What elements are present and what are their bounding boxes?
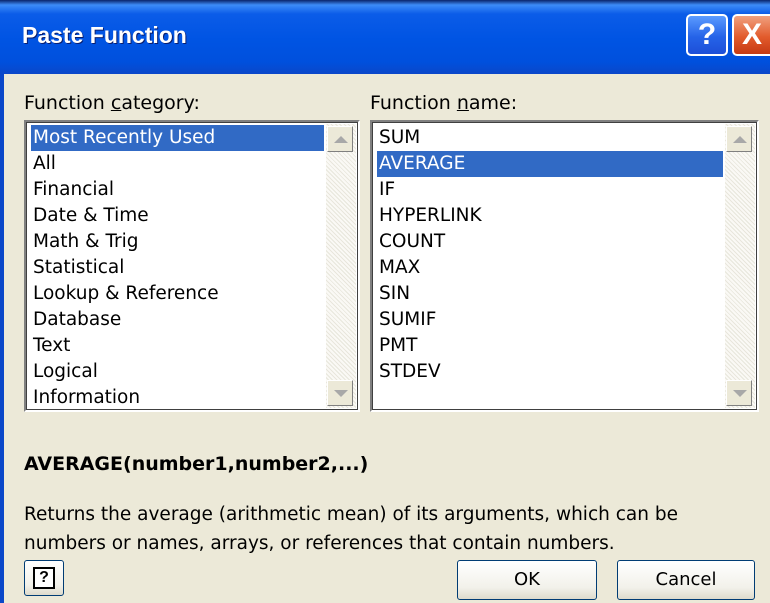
function-label-suffix: ame: <box>468 92 518 114</box>
ok-button[interactable]: OK <box>457 560 597 600</box>
category-list-item[interactable]: Math & Trig <box>31 229 324 255</box>
paste-function-dialog: Paste Function ? X Function category: Mo… <box>0 0 770 603</box>
category-scroll-down[interactable] <box>327 380 353 406</box>
function-listbox[interactable]: SUM AVERAGE IF HYPERLINK COUNT MAX SIN SUMIF PMT… <box>370 120 759 412</box>
function-list-item[interactable]: SUM <box>377 125 723 151</box>
category-list-item[interactable]: All <box>31 151 324 177</box>
category-label-accel: c <box>110 92 122 114</box>
function-label-accel: n <box>456 92 469 114</box>
function-description: Returns the average (arithmetic mean) of… <box>24 504 678 554</box>
help-button[interactable]: ? <box>24 560 64 596</box>
function-syntax: AVERAGE(number1,number2,...) <box>24 453 369 475</box>
category-label-prefix: Function <box>24 92 111 114</box>
category-list-item[interactable]: Statistical <box>31 255 324 281</box>
category-list-item[interactable]: Most Recently Used <box>31 125 324 151</box>
function-label: Function name: <box>370 92 517 114</box>
category-list-item[interactable]: Logical <box>31 359 324 385</box>
category-list: Most Recently Used All Financial Date & Tim… <box>31 125 324 410</box>
function-scroll-down[interactable] <box>726 380 752 406</box>
function-list-item[interactable]: STDEV <box>377 359 723 385</box>
category-list-item[interactable]: Text <box>31 333 324 359</box>
category-list-item[interactable]: Database <box>31 307 324 333</box>
function-list-item[interactable]: IF <box>377 177 723 203</box>
function-list-item[interactable]: MAX <box>377 255 723 281</box>
close-icon[interactable]: X <box>732 14 770 56</box>
category-label-suffix: ategory: <box>121 92 200 114</box>
function-list: SUM AVERAGE IF HYPERLINK COUNT MAX SIN SUMIF PMT… <box>377 125 723 385</box>
function-scroll-up[interactable] <box>726 126 752 152</box>
function-list-item[interactable]: COUNT <box>377 229 723 255</box>
function-list-item[interactable]: HYPERLINK <box>377 203 723 229</box>
help-icon[interactable]: ? <box>686 14 728 56</box>
category-listbox[interactable]: Most Recently Used All Financial Date & Tim… <box>24 120 360 412</box>
function-list-item[interactable]: SUMIF <box>377 307 723 333</box>
cancel-button[interactable]: Cancel <box>617 560 755 600</box>
help-button-icon: ? <box>33 567 55 589</box>
category-list-item[interactable]: Date & Time <box>31 203 324 229</box>
function-list-item[interactable]: SIN <box>377 281 723 307</box>
window-border <box>0 74 4 603</box>
title-bar[interactable]: Paste Function ? X <box>0 0 770 74</box>
arrow-down-icon <box>733 390 747 397</box>
dialog-title: Paste Function <box>22 22 187 48</box>
function-label-prefix: Function <box>370 92 457 114</box>
function-scrollbar[interactable] <box>725 124 755 408</box>
function-list-item[interactable]: AVERAGE <box>377 151 723 177</box>
arrow-up-icon <box>733 136 747 143</box>
category-label: Function category: <box>24 92 200 114</box>
category-list-item[interactable]: Information <box>31 385 324 410</box>
arrow-down-icon <box>334 390 348 397</box>
category-scroll-up[interactable] <box>327 126 353 152</box>
function-list-item[interactable]: PMT <box>377 333 723 359</box>
category-list-item[interactable]: Lookup & Reference <box>31 281 324 307</box>
arrow-up-icon <box>334 136 348 143</box>
category-scrollbar[interactable] <box>326 124 356 408</box>
category-list-item[interactable]: Financial <box>31 177 324 203</box>
